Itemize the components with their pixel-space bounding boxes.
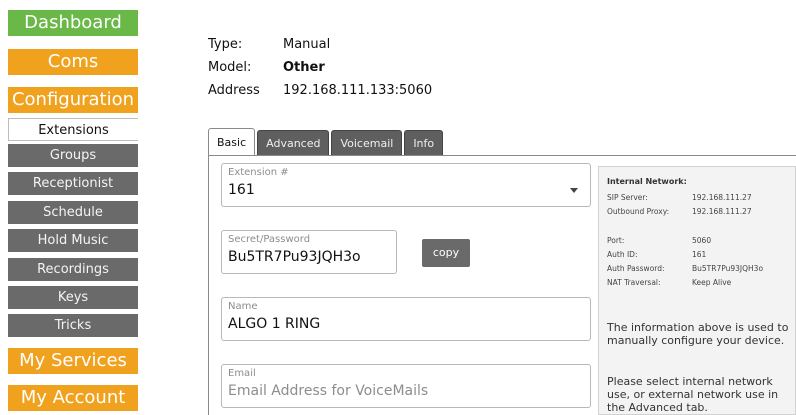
extension-label: Extension #	[228, 167, 289, 178]
auth-password-value: Bu5TR7Pu93JQH3o	[692, 264, 764, 273]
email-placeholder: Email Address for VoiceMails	[228, 383, 429, 399]
network-title: Internal Network:	[607, 177, 687, 186]
model-label: Model:	[208, 60, 252, 75]
copy-button[interactable]: copy	[422, 239, 470, 267]
info-type-row: Type: Manual	[208, 37, 330, 52]
secret-label: Secret/Password	[228, 234, 311, 245]
nav-my-services[interactable]: My Services	[8, 348, 138, 374]
sidebar: Dashboard Coms Configuration Extensions …	[0, 0, 148, 415]
name-label: Name	[228, 301, 258, 312]
auth-id-label: Auth ID:	[607, 250, 638, 259]
info-model-row: Model: Other	[208, 60, 325, 75]
auth-id-row: Auth ID: 161	[607, 250, 706, 259]
auth-password-row: Auth Password: Bu5TR7Pu93JQH3o	[607, 264, 763, 273]
extension-select[interactable]: Extension # 161	[221, 163, 591, 207]
sidebar-item-groups[interactable]: Groups	[8, 144, 138, 167]
tab-voicemail[interactable]: Voicemail	[331, 130, 403, 155]
outbound-proxy-row: Outbound Proxy: 192.168.111.27	[607, 207, 752, 216]
email-field[interactable]: Email Email Address for VoiceMails	[221, 364, 591, 408]
sidebar-item-recordings[interactable]: Recordings	[8, 258, 138, 281]
sip-server-row: SIP Server: 192.168.111.27	[607, 193, 752, 202]
tab-info[interactable]: Info	[404, 130, 444, 155]
port-value: 5060	[692, 236, 712, 245]
name-value: ALGO 1 RING	[228, 316, 321, 332]
sidebar-item-hold-music[interactable]: Hold Music	[8, 229, 138, 252]
type-value: Manual	[283, 37, 331, 52]
outbound-proxy-value: 192.168.111.27	[692, 207, 752, 216]
chevron-down-icon	[570, 188, 578, 193]
sidebar-item-receptionist[interactable]: Receptionist	[8, 172, 138, 195]
secret-value: Bu5TR7Pu93JQH3o	[228, 249, 361, 265]
internal-network-box: Internal Network: SIP Server: 192.168.111…	[598, 166, 796, 415]
nat-traversal-label: NAT Traversal:	[607, 278, 661, 287]
extension-value: 161	[228, 182, 255, 198]
auth-password-label: Auth Password:	[607, 264, 665, 273]
auth-id-value: 161	[692, 250, 707, 259]
type-label: Type:	[208, 37, 243, 52]
nav-configuration[interactable]: Configuration	[8, 87, 138, 113]
sidebar-item-schedule[interactable]: Schedule	[8, 201, 138, 224]
sidebar-item-extensions[interactable]: Extensions	[8, 118, 138, 141]
model-value: Other	[283, 60, 325, 75]
address-label: Address	[208, 83, 260, 98]
sidebar-item-keys[interactable]: Keys	[8, 286, 138, 309]
tab-basic[interactable]: Basic	[208, 128, 256, 155]
nav-dashboard[interactable]: Dashboard	[8, 10, 138, 36]
network-note-select: Please select internal network use, or e…	[607, 375, 779, 414]
nat-traversal-value: Keep Alive	[692, 278, 732, 287]
tab-advanced[interactable]: Advanced	[257, 130, 330, 155]
name-field[interactable]: Name ALGO 1 RING	[221, 297, 591, 341]
sidebar-item-tricks[interactable]: Tricks	[8, 314, 138, 337]
port-row: Port: 5060	[607, 236, 711, 245]
address-value: 192.168.111.133:5060	[283, 83, 433, 98]
outbound-proxy-label: Outbound Proxy:	[607, 207, 670, 216]
nav-my-account[interactable]: My Account	[8, 385, 138, 411]
port-label: Port:	[607, 236, 625, 245]
sip-server-label: SIP Server:	[607, 193, 648, 202]
network-note-configure: The information above is used to manuall…	[607, 321, 789, 347]
nav-coms[interactable]: Coms	[8, 49, 138, 75]
sip-server-value: 192.168.111.27	[692, 193, 752, 202]
secret-password-field[interactable]: Secret/Password Bu5TR7Pu93JQH3o	[221, 230, 397, 274]
tab-bar: Basic Advanced Voicemail Info	[208, 128, 445, 155]
nat-traversal-row: NAT Traversal: Keep Alive	[607, 278, 731, 287]
email-label: Email	[228, 368, 256, 379]
info-address-row: Address 192.168.111.133:5060	[208, 83, 432, 98]
